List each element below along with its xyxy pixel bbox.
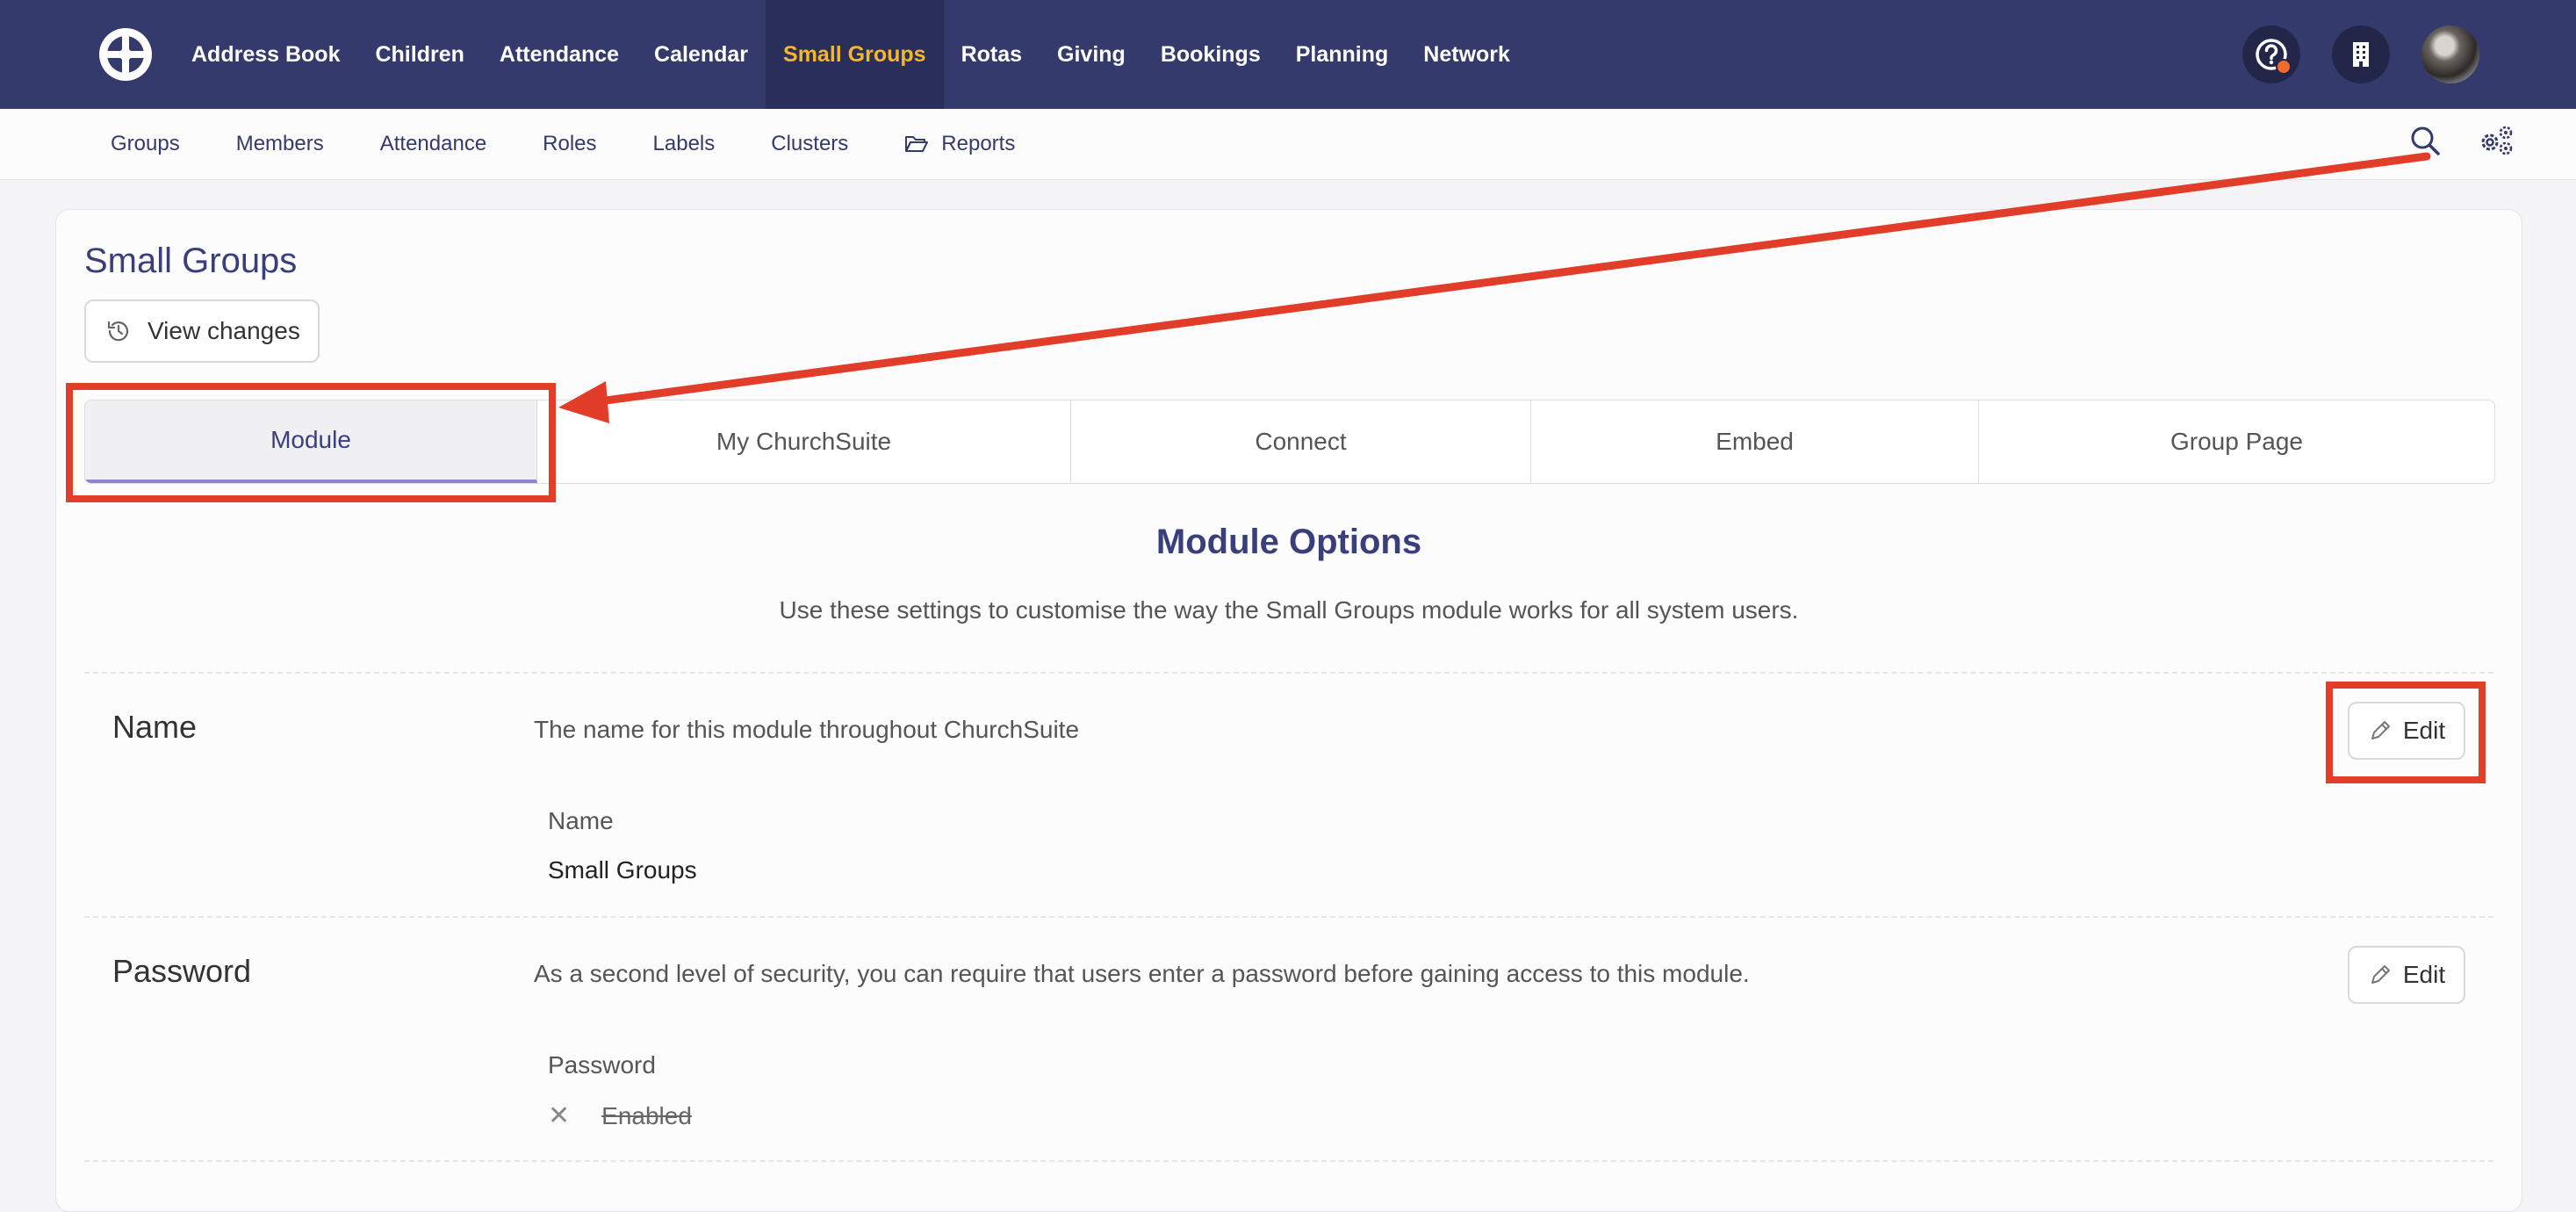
subnav-item-groups[interactable]: Groups xyxy=(83,109,208,179)
setting-password-description: As a second level of security, you can r… xyxy=(534,960,1750,987)
password-enabled-text: Enabled xyxy=(601,1101,692,1129)
edit-password-button[interactable]: Edit xyxy=(2348,946,2465,1004)
subnav-item-attendance[interactable]: Attendance xyxy=(352,109,514,179)
subnav-item-clusters[interactable]: Clusters xyxy=(743,109,876,179)
tab-group-page[interactable]: Group Page xyxy=(1979,400,2494,483)
subnav-item-labels[interactable]: Labels xyxy=(625,109,744,179)
topnav-item-network[interactable]: Network xyxy=(1406,0,1528,109)
sub-nav-items: Groups Members Attendance Roles Labels C… xyxy=(83,109,1043,179)
divider xyxy=(84,1160,2493,1162)
name-field-value: Small Groups xyxy=(548,856,697,884)
topnav-item-address-book[interactable]: Address Book xyxy=(174,0,357,109)
subnav-item-label: Clusters xyxy=(771,132,849,155)
tab-my-churchsuite[interactable]: My ChurchSuite xyxy=(537,400,1071,483)
top-nav-items: Address Book Children Attendance Calenda… xyxy=(174,0,1528,109)
password-enabled-status: ✕ Enabled xyxy=(548,1100,692,1131)
edit-name-button[interactable]: Edit xyxy=(2348,702,2465,760)
topnav-item-children[interactable]: Children xyxy=(357,0,481,109)
setting-password-title: Password xyxy=(112,953,252,989)
page-title: Small Groups xyxy=(84,242,298,280)
subnav-item-label: Reports xyxy=(941,132,1016,155)
subnav-item-label: Labels xyxy=(652,132,716,155)
subnav-right-controls xyxy=(2409,125,2515,156)
subnav-item-label: Members xyxy=(235,132,324,155)
topnav-item-small-groups[interactable]: Small Groups xyxy=(766,0,944,109)
building-icon xyxy=(2353,42,2369,67)
subnav-item-members[interactable]: Members xyxy=(208,109,352,179)
topnav-item-planning[interactable]: Planning xyxy=(1278,0,1407,109)
subnav-item-label: Groups xyxy=(111,132,180,155)
topnav-item-attendance[interactable]: Attendance xyxy=(482,0,637,109)
help-button[interactable] xyxy=(2242,25,2300,83)
settings-gear-icon[interactable] xyxy=(2478,125,2515,156)
settings-card: Small Groups View changes Module My Chur… xyxy=(55,209,2522,1212)
setting-name-title: Name xyxy=(112,709,198,745)
top-right-controls xyxy=(2242,25,2479,83)
module-options-subtitle: Use these settings to customise the way … xyxy=(779,596,1799,624)
notification-dot xyxy=(2276,59,2292,75)
cross-icon: ✕ xyxy=(548,1101,571,1130)
topnav-item-bookings[interactable]: Bookings xyxy=(1143,0,1278,109)
history-icon xyxy=(107,321,129,342)
organisation-button[interactable] xyxy=(2332,25,2390,83)
setting-name-description: The name for this module throughout Chur… xyxy=(534,716,1080,743)
folder-open-icon xyxy=(905,136,929,152)
name-field-label: Name xyxy=(548,807,614,834)
edit-label: Edit xyxy=(2402,717,2446,744)
tab-connect[interactable]: Connect xyxy=(1071,400,1531,483)
topnav-item-calendar[interactable]: Calendar xyxy=(637,0,766,109)
sub-navigation-bar: Groups Members Attendance Roles Labels C… xyxy=(0,109,2576,180)
pencil-icon xyxy=(2371,721,2390,739)
view-changes-label: View changes xyxy=(148,317,300,344)
view-changes-button[interactable]: View changes xyxy=(84,299,320,363)
subnav-item-roles[interactable]: Roles xyxy=(514,109,624,179)
topnav-item-giving[interactable]: Giving xyxy=(1040,0,1143,109)
settings-tabs: Module My ChurchSuite Connect Embed Grou… xyxy=(84,400,2495,484)
subnav-item-reports[interactable]: Reports xyxy=(876,109,1043,179)
module-options-heading: Module Options xyxy=(1155,523,1422,561)
top-navigation-bar: Address Book Children Attendance Calenda… xyxy=(0,0,2576,109)
tab-embed[interactable]: Embed xyxy=(1531,400,1979,483)
search-icon[interactable] xyxy=(2409,125,2441,156)
subnav-item-label: Attendance xyxy=(379,132,487,155)
churchsuite-logo-icon[interactable] xyxy=(97,25,155,83)
subnav-item-label: Roles xyxy=(543,132,597,155)
divider xyxy=(84,916,2493,918)
pencil-icon xyxy=(2371,965,2390,984)
user-avatar[interactable] xyxy=(2421,25,2479,83)
topnav-item-rotas[interactable]: Rotas xyxy=(944,0,1040,109)
edit-label: Edit xyxy=(2402,961,2446,988)
divider xyxy=(84,672,2493,674)
password-field-label: Password xyxy=(548,1051,656,1079)
tab-module[interactable]: Module xyxy=(85,400,537,483)
